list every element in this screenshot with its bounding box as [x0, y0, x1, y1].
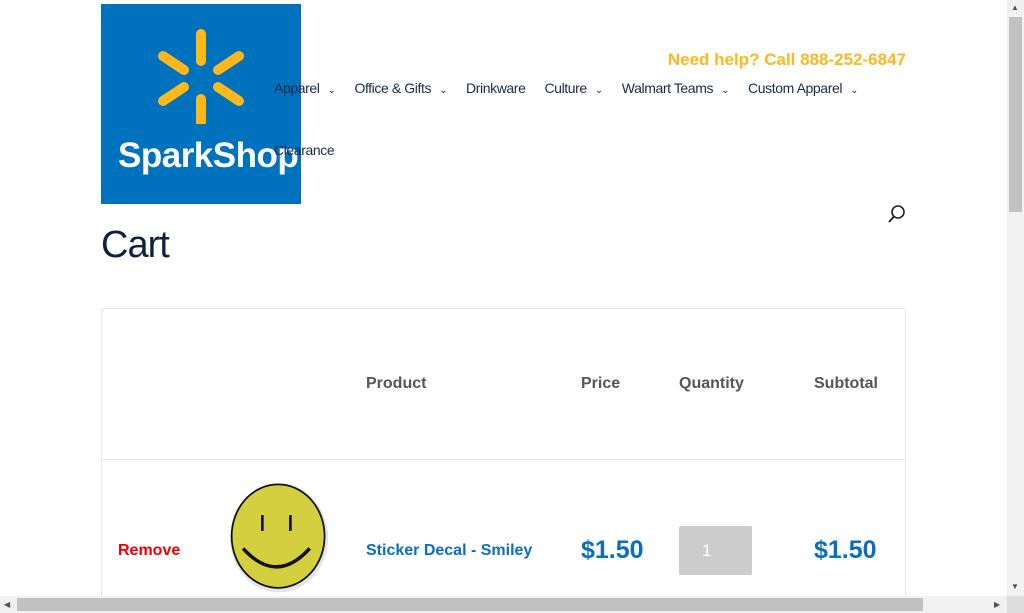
cart-table: Product Price Quantity Subtotal Remove S…	[101, 308, 906, 596]
main-nav: Apparel ⌄ Office & Gifts ⌄ Drinkware Culture ⌄…	[274, 80, 858, 96]
scrollbar-corner	[1007, 596, 1024, 613]
nav-item-drinkware[interactable]: Drinkware	[466, 80, 526, 96]
nav-label: Walmart Teams	[621, 80, 714, 96]
page: SparkShop Need help? Call 888-252-6847 A…	[0, 0, 1007, 596]
logo-text: SparkShop	[118, 136, 299, 175]
product-subtotal: $1.50	[814, 536, 877, 564]
nav-item-walmart-teams[interactable]: Walmart Teams ⌄	[621, 80, 730, 96]
product-name-link[interactable]: Sticker Decal - Smiley	[366, 542, 532, 560]
horizontal-scroll-thumb[interactable]	[17, 598, 923, 611]
horizontal-scrollbar[interactable]: ◀ ▶	[0, 596, 1007, 613]
scroll-left-arrow[interactable]: ◀	[4, 600, 10, 609]
nav-label: Office & Gifts	[354, 80, 432, 96]
sparkshop-logo[interactable]: SparkShop	[101, 4, 301, 204]
nav-label: Custom Apparel	[748, 80, 843, 96]
chevron-down-icon: ⌄	[850, 85, 859, 96]
scroll-right-arrow[interactable]: ▶	[994, 600, 1000, 609]
column-product: Product	[366, 375, 427, 392]
search-icon[interactable]	[887, 204, 907, 229]
nav-label: Drinkware	[466, 80, 526, 96]
column-quantity: Quantity	[679, 375, 744, 392]
help-phone-link[interactable]: Need help? Call 888-252-6847	[668, 50, 906, 70]
cart-header: Product Price Quantity Subtotal	[102, 309, 905, 460]
chevron-down-icon: ⌄	[327, 85, 336, 96]
chevron-down-icon: ⌄	[594, 85, 603, 96]
nav-label: Apparel	[274, 80, 320, 96]
product-thumbnail[interactable]	[222, 480, 336, 594]
nav-item-apparel[interactable]: Apparel ⌄	[274, 80, 336, 96]
nav-item-culture[interactable]: Culture ⌄	[544, 80, 603, 96]
nav-label: Culture	[544, 80, 587, 96]
column-subtotal: Subtotal	[814, 375, 878, 392]
nav-item-office-gifts[interactable]: Office & Gifts ⌄	[354, 80, 447, 96]
product-price: $1.50	[581, 536, 644, 564]
vertical-scrollbar[interactable]: ▲ ▼	[1007, 0, 1024, 596]
scroll-down-arrow[interactable]: ▼	[1011, 582, 1019, 591]
table-row: Remove Sticker Decal - Smiley $1.50 $1.5…	[102, 460, 905, 596]
spark-icon	[158, 29, 244, 127]
vertical-scroll-thumb[interactable]	[1009, 17, 1022, 212]
quantity-input[interactable]	[679, 526, 752, 575]
scroll-up-arrow[interactable]: ▲	[1011, 3, 1019, 12]
page-title: Cart	[101, 224, 170, 266]
column-price: Price	[581, 375, 621, 392]
nav-item-custom-apparel[interactable]: Custom Apparel ⌄	[748, 80, 858, 96]
chevron-down-icon: ⌄	[721, 85, 730, 96]
remove-button[interactable]: Remove	[118, 542, 180, 560]
nav-item-clearance[interactable]: Clearance	[274, 142, 335, 158]
chevron-down-icon: ⌄	[439, 85, 448, 96]
